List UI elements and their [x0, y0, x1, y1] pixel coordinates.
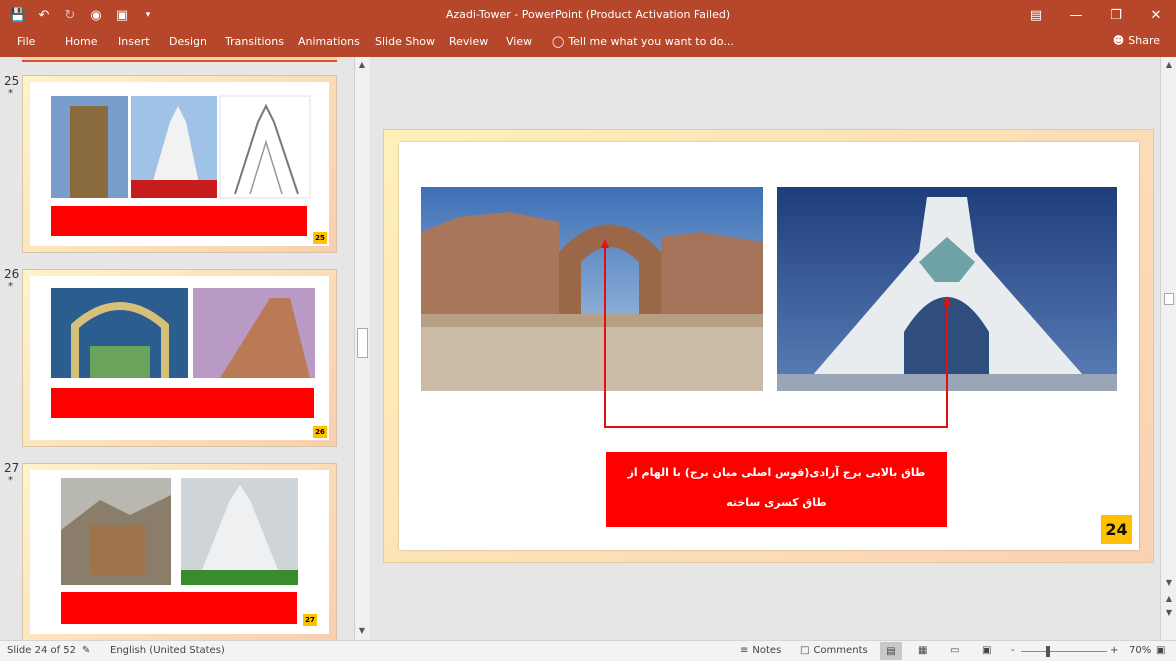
animation-star-icon: * — [8, 281, 13, 292]
language-indicator[interactable]: English (United States) — [110, 645, 225, 656]
thumbnail-badge: 25 — [313, 232, 327, 244]
slide-caption[interactable]: طاق بالایی برج آزادی(قوس اصلی میان برج) … — [606, 452, 947, 539]
previous-slide-icon[interactable]: ▲ — [1163, 593, 1175, 605]
notes-icon: ≡ — [740, 645, 749, 656]
tab-design[interactable]: Design — [169, 35, 207, 48]
caption-line-1: طاق بالایی برج آزادی(قوس اصلی میان برج) … — [627, 466, 926, 509]
next-slide-icon[interactable]: ▼ — [1163, 607, 1175, 619]
scroll-up-icon[interactable]: ▲ — [356, 59, 368, 71]
share-button[interactable]: ☻ Share — [1113, 34, 1160, 47]
thumbnail-caption — [61, 592, 297, 624]
notes-label: Notes — [752, 645, 782, 656]
zoom-slider-handle[interactable] — [1046, 646, 1050, 657]
window-controls: ▤ — ❐ ✕ — [1016, 0, 1176, 30]
thumbnail-scrollbar[interactable]: ▲ ▼ — [354, 57, 370, 640]
spelling-icon[interactable]: ✎ — [82, 645, 90, 656]
scroll-thumb[interactable] — [1164, 293, 1174, 305]
zoom-level[interactable]: 70% — [1129, 645, 1151, 656]
lightbulb-icon: ◯ — [552, 35, 565, 48]
zoom-slider-track[interactable] — [1021, 651, 1107, 652]
normal-view-icon[interactable]: ▤ — [880, 642, 902, 660]
comments-button[interactable]: □ Comments — [800, 645, 868, 656]
thumbnail-number: 25 — [4, 74, 20, 88]
thumbnail-number: 26 — [4, 267, 20, 281]
scroll-down-icon[interactable]: ▼ — [1163, 577, 1175, 589]
thumbnail-slide-27[interactable]: 27 — [22, 463, 337, 640]
scroll-down-icon[interactable]: ▼ — [356, 625, 368, 637]
slide-scrollbar[interactable]: ▲ ▼ ▲ ▼ — [1160, 57, 1176, 640]
thumbnail-canvas: 27 — [30, 470, 329, 634]
thumbnail-caption — [51, 388, 314, 418]
status-bar: Slide 24 of 52 ✎ English (United States)… — [0, 640, 1176, 661]
tab-file[interactable]: File — [17, 35, 35, 48]
tell-me-search[interactable]: ◯ Tell me what you want to do... — [552, 35, 734, 48]
share-label: Share — [1128, 34, 1160, 47]
title-bar: 💾 ↶ ↻ ◉ ▣ ▾ Azadi-Tower - PowerPoint (Pr… — [0, 0, 1176, 30]
slide-counter[interactable]: Slide 24 of 52 — [7, 645, 76, 656]
tab-view[interactable]: View — [506, 35, 532, 48]
thumbnail-canvas: 26 — [30, 276, 329, 440]
comment-icon: □ — [800, 645, 810, 656]
window-title: Azadi-Tower - PowerPoint (Product Activa… — [445, 8, 731, 21]
close-icon[interactable]: ✕ — [1136, 0, 1176, 30]
animation-star-icon: * — [8, 475, 13, 486]
minimize-icon[interactable]: — — [1056, 0, 1096, 30]
maximize-icon[interactable]: ❐ — [1096, 0, 1136, 30]
tab-insert[interactable]: Insert — [118, 35, 150, 48]
thumbnail-previous-edge — [22, 57, 337, 62]
slide-number-badge: 24 — [1101, 515, 1132, 544]
thumbnail-canvas: 25 — [30, 82, 329, 246]
ribbon-display-icon[interactable]: ▤ — [1016, 0, 1056, 30]
zoom-out-button[interactable]: - — [1011, 645, 1015, 656]
ribbon-tabs: File Home Insert Design Transitions Anim… — [0, 30, 1176, 57]
slide-show-icon[interactable]: ▣ — [982, 645, 991, 656]
thumbnail-badge: 26 — [313, 426, 327, 438]
scroll-up-icon[interactable]: ▲ — [1163, 59, 1175, 71]
tab-animations[interactable]: Animations — [298, 35, 360, 48]
tell-me-text: Tell me what you want to do... — [568, 35, 734, 48]
person-icon: ☻ — [1112, 34, 1125, 47]
fit-slide-icon[interactable]: ▣ — [1156, 645, 1165, 656]
comments-label: Comments — [813, 645, 868, 656]
tab-home[interactable]: Home — [65, 35, 97, 48]
tab-slide-show[interactable]: Slide Show — [375, 35, 435, 48]
scroll-thumb[interactable] — [357, 328, 368, 358]
animation-star-icon: * — [8, 88, 13, 99]
thumbnail-badge: 27 — [303, 614, 317, 626]
reading-view-icon[interactable]: ▭ — [950, 645, 959, 656]
thumbnail-caption — [51, 206, 307, 236]
slide-sorter-icon[interactable]: ▦ — [918, 645, 927, 656]
zoom-in-button[interactable]: + — [1110, 645, 1118, 656]
tab-transitions[interactable]: Transitions — [225, 35, 284, 48]
slide-thumbnail-pane[interactable]: 25 * 25 26 * 26 27 * 27 — [0, 57, 352, 640]
thumbnail-number: 27 — [4, 461, 20, 475]
thumbnail-slide-26[interactable]: 26 — [22, 269, 337, 447]
tab-review[interactable]: Review — [449, 35, 488, 48]
thumbnail-slide-25[interactable]: 25 — [22, 75, 337, 253]
notes-button[interactable]: ≡ Notes — [740, 645, 781, 656]
caption-line-2: شده است. — [747, 526, 806, 539]
